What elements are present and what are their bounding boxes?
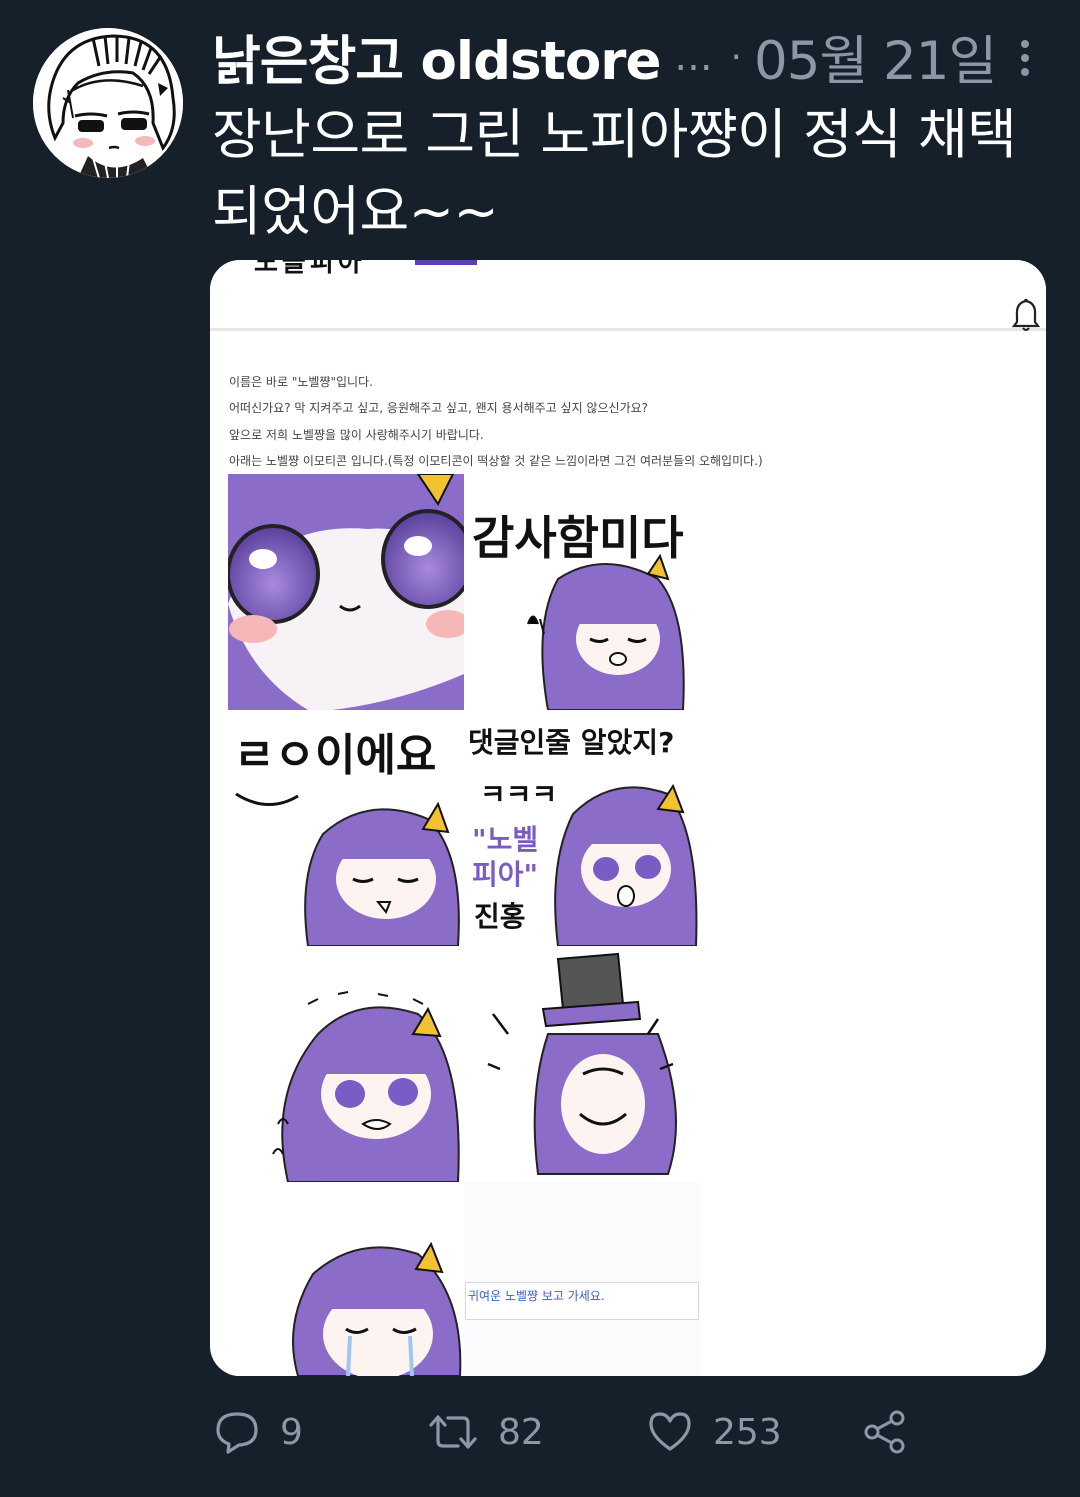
sticker-big-face (228, 474, 475, 714)
sticker-thanks-text: 감사함미다 (472, 511, 684, 565)
meta-separator: · (730, 36, 742, 78)
author-avatar[interactable] (33, 28, 183, 178)
reply-count: 9 (280, 1411, 303, 1453)
sticker-bucket (464, 946, 700, 1182)
sticker-trembling (228, 946, 464, 1183)
sticker-crying (228, 1182, 464, 1376)
reply-button[interactable]: 9 (214, 1400, 303, 1464)
article-line: 이름은 바로 "노벨쨩"입니다. (229, 374, 373, 389)
sticker-comment-line1: 댓글인줄 알았지? (468, 726, 674, 759)
retweet-button[interactable]: 82 (428, 1400, 544, 1464)
share-icon (864, 1410, 905, 1454)
tweet-actions: 9 82 253 (0, 1400, 1080, 1470)
name-ellipsis: ... (674, 34, 713, 80)
sticker-comment: 댓글인줄 알았지? ㅋㅋㅋ "노벨 피아" 진홍 (464, 710, 700, 947)
share-button[interactable] (862, 1400, 908, 1464)
sticker-grid: 감사함미다 ㄹㅇ이에요 댓글인줄 알았지? ㅋㅋㅋ "노벨 피아" 진홍 (228, 474, 700, 1376)
sticker-ping-text: ㄹㅇ이에요 (234, 730, 436, 781)
like-icon (649, 1412, 691, 1451)
reply-icon (216, 1412, 258, 1454)
bell-icon[interactable] (1012, 298, 1040, 332)
sticker-thanks: 감사함미다 (464, 474, 700, 711)
article-line: 앞으로 저희 노벨쨩을 많이 사랑해주시기 바랍니다. (229, 427, 484, 442)
more-icon[interactable] (1010, 36, 1040, 78)
article-line: 어떠신가요? 막 지켜주고 싶고, 응원해주고 싶고, 왠지 용서해주고 싶지 … (229, 401, 649, 415)
sticker-comment-line4: 진홍 (474, 900, 526, 933)
article-text: 이름은 바로 "노벨쨩"입니다. 어떠신가요? 막 지켜주고 싶고, 응원해주고… (229, 342, 1009, 475)
retweet-icon (429, 1415, 477, 1449)
like-count: 253 (713, 1411, 782, 1453)
tweet-header: 낡은창고 oldstore ... · 05월 21일 (212, 22, 1052, 92)
like-button[interactable]: 253 (647, 1400, 782, 1464)
site-title: 노블피아 (254, 260, 366, 278)
avatar-drawing (33, 28, 183, 178)
sticker-comment-line3a: "노벨 (472, 823, 538, 856)
tweet-date[interactable]: 05월 21일 (754, 19, 997, 95)
tweet-text: 장난으로 그린 노피아쨩이 정식 채택되었어요~~ (212, 103, 1017, 243)
retweet-count: 82 (498, 1411, 544, 1453)
author-name[interactable]: 낡은창고 oldstore (212, 19, 661, 95)
article-line (229, 342, 1009, 369)
sticker-comment-line2: ㅋㅋㅋ (480, 778, 557, 811)
tweet-media[interactable]: 노블피아 이름은 바로 "노벨쨩"입니다. 어떠신가요? 막 지켜주고 싶고, … (210, 260, 1046, 1376)
tab-accent (415, 260, 477, 265)
article-line: 아래는 노벨쨩 이모티콘 입니다.(특정 이모티콘이 떡상할 것 같은 느낌이라… (229, 454, 763, 468)
sticker-comment-line3b: 피아" (472, 858, 538, 891)
sticker-ping: ㄹㅇ이에요 (228, 710, 464, 947)
bottom-link[interactable]: 귀여운 노벨쨩 보고 가세요. (465, 1282, 699, 1320)
card-topbar: 노블피아 (210, 260, 1046, 331)
